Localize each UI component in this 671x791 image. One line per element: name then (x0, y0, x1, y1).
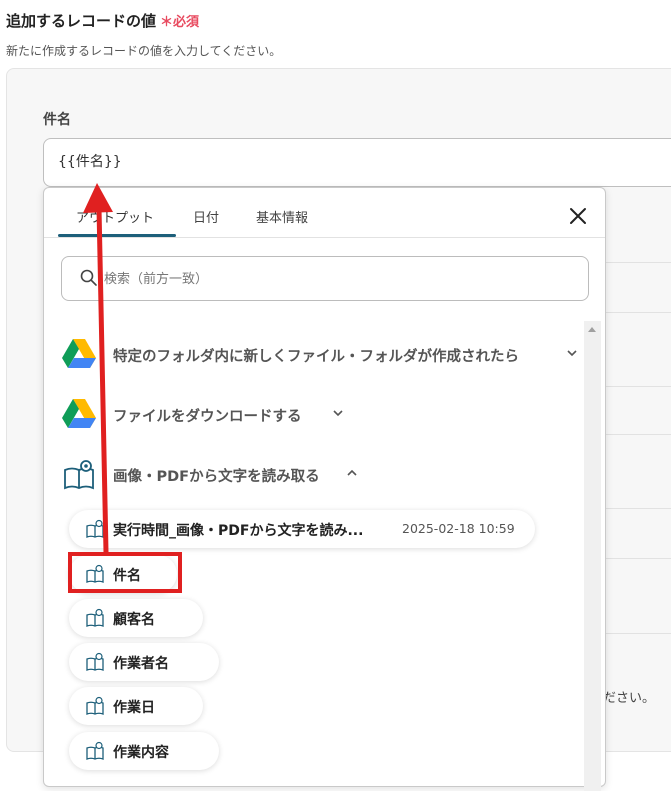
section-description: 新たに作成するレコードの値を入力してください。 (6, 44, 282, 58)
tab-output[interactable]: アウトプット (76, 207, 154, 226)
tab-date[interactable]: 日付 (193, 207, 219, 226)
field-label: 件名 (43, 112, 71, 128)
close-icon (570, 208, 586, 224)
required-badge: ＊必須 (160, 15, 200, 30)
group-ocr[interactable]: 画像・PDFから文字を読み取る (62, 456, 362, 492)
search-box (61, 256, 589, 301)
section-title: 追加するレコードの値 ＊必須 (6, 12, 200, 30)
subject-input[interactable]: {{件名}} (43, 138, 671, 187)
ocr-book-icon (86, 519, 104, 538)
list-item-exec-time[interactable]: 実行時間_画像・PDFから文字を読み... 2025-02-18 10:59 (69, 510, 535, 548)
google-drive-icon (62, 399, 96, 428)
group-download-file[interactable]: ファイルをダウンロードする (62, 396, 362, 432)
ocr-book-icon (86, 741, 104, 760)
search-input[interactable] (104, 267, 574, 291)
item-label: 作業内容 (113, 745, 169, 761)
list-item-customer[interactable]: 顧客名 (69, 599, 203, 637)
list-item-worker[interactable]: 作業者名 (69, 643, 219, 681)
item-label: 作業日 (113, 700, 155, 716)
ocr-book-icon (86, 696, 104, 715)
list-item-work-content[interactable]: 作業内容 (69, 732, 219, 770)
item-date: 2025-02-18 10:59 (402, 521, 515, 536)
google-drive-icon (62, 339, 96, 368)
scrollbar[interactable] (584, 321, 601, 791)
group-label: 特定のフォルダ内に新しくファイル・フォルダが作成されたら (113, 349, 519, 365)
chevron-down-icon (333, 410, 343, 417)
close-button[interactable] (564, 202, 592, 230)
ocr-book-icon (86, 652, 104, 671)
background-tail-text: ださい。 (603, 691, 656, 706)
item-label: 実行時間_画像・PDFから文字を読み... (113, 523, 364, 539)
ocr-book-icon (86, 608, 104, 627)
chevron-up-icon (347, 469, 357, 476)
scroll-up-icon[interactable] (588, 327, 596, 332)
item-label: 作業者名 (113, 656, 169, 672)
group-label: 画像・PDFから文字を読み取る (113, 469, 320, 485)
chevron-down-icon (567, 350, 577, 357)
list-item-work-date[interactable]: 作業日 (69, 687, 203, 725)
item-label: 顧客名 (113, 612, 155, 628)
search-icon (80, 269, 97, 286)
tab-basic-info[interactable]: 基本情報 (256, 207, 308, 226)
group-folder-trigger[interactable]: 特定のフォルダ内に新しくファイル・フォルダが作成されたら (62, 336, 582, 372)
tab-bar: アウトプット 日付 基本情報 (44, 188, 605, 238)
active-tab-indicator (58, 234, 176, 237)
group-label: ファイルをダウンロードする (113, 409, 302, 425)
ocr-book-icon (64, 460, 94, 490)
annotation-highlight-box (68, 552, 182, 593)
